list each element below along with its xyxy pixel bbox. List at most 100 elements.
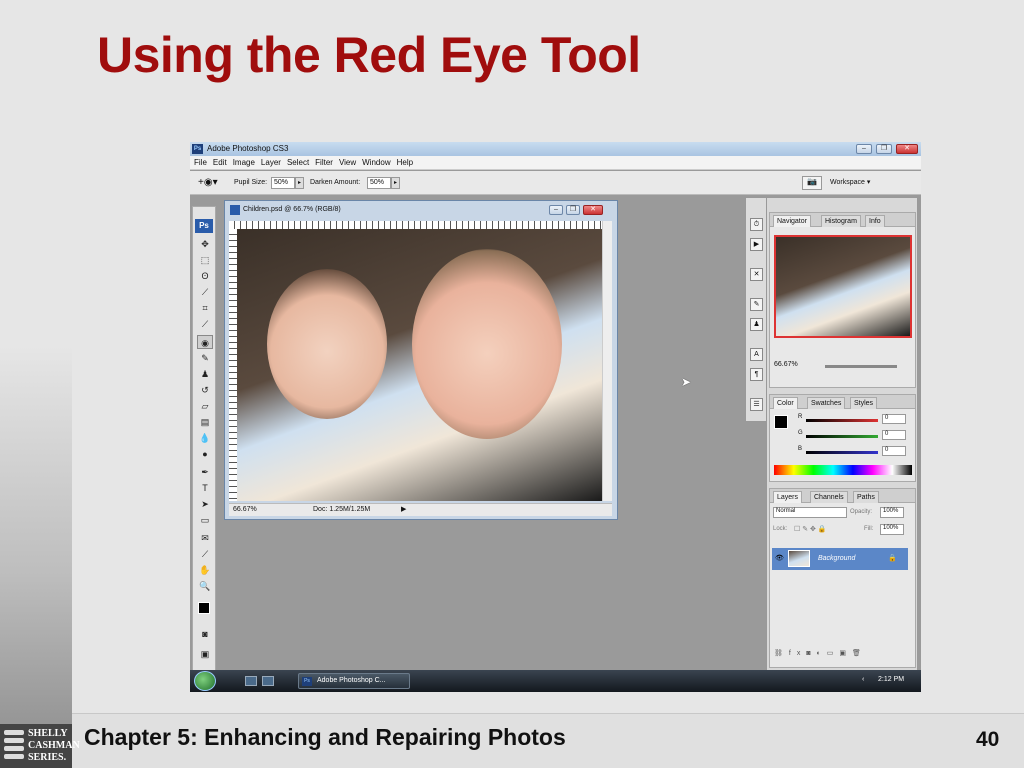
maximize-button[interactable]: ❐ — [876, 144, 892, 154]
zoom-tool-icon[interactable]: 🔍 — [197, 579, 213, 593]
close-button[interactable]: ✕ — [896, 144, 918, 154]
opacity-field[interactable]: 100% — [880, 507, 904, 518]
darken-amount-arrow-icon[interactable]: ▸ — [391, 177, 400, 189]
tray-arrow-icon[interactable]: ‹ — [862, 676, 864, 683]
navigator-thumbnail[interactable] — [774, 235, 912, 338]
tab-swatches[interactable]: Swatches — [807, 397, 846, 409]
tab-navigator[interactable]: Navigator — [773, 215, 811, 227]
menu-view[interactable]: View — [339, 156, 356, 170]
foreground-color-swatch[interactable] — [774, 415, 788, 429]
red-eye-tool-icon[interactable]: +◉▾ — [198, 177, 218, 188]
tab-layers[interactable]: Layers — [773, 491, 803, 503]
gradient-tool-icon[interactable]: ▤ — [197, 415, 213, 429]
menu-layer[interactable]: Layer — [261, 156, 281, 170]
opacity-label: Opacity: — [850, 509, 873, 515]
fill-field[interactable]: 100% — [880, 524, 904, 535]
type-tool-icon[interactable]: T — [197, 481, 213, 495]
zoom-level[interactable]: 66.67% — [233, 506, 257, 513]
blur-tool-icon[interactable]: 💧 — [197, 431, 213, 445]
red-eye-tool-icon[interactable]: ◉ — [197, 335, 213, 349]
doc-close-button[interactable]: ✕ — [583, 205, 603, 215]
status-arrow-icon[interactable]: ▶ — [401, 505, 406, 513]
document-title: Children.psd @ 66.7% (RGB/8) — [243, 206, 341, 213]
menu-filter[interactable]: Filter — [315, 156, 333, 170]
tab-styles[interactable]: Styles — [850, 397, 878, 409]
navigator-tab-row: Navigator Histogram Info — [770, 213, 915, 227]
history-brush-tool-icon[interactable]: ↺ — [197, 383, 213, 397]
doc-minimize-button[interactable]: – — [549, 205, 563, 215]
photo-canvas[interactable] — [237, 229, 602, 501]
page-number: 40 — [976, 728, 1000, 751]
clone-stamp-tool-icon[interactable]: ♟ — [197, 367, 213, 381]
brushes-panel-icon[interactable]: ✎ — [750, 298, 763, 311]
tab-channels[interactable]: Channels — [810, 491, 848, 503]
channel-r-slider[interactable] — [806, 419, 878, 422]
brush-tool-icon[interactable]: ✎ — [197, 351, 213, 365]
color-spectrum-bar[interactable] — [774, 465, 912, 475]
navigator-zoom-slider[interactable] — [825, 365, 897, 368]
blend-mode-select[interactable]: Normal — [773, 507, 847, 518]
minimize-button[interactable]: – — [856, 144, 872, 154]
taskbar-photoshop-button[interactable]: Ps Adobe Photoshop C... — [298, 673, 410, 689]
pen-tool-icon[interactable]: ✒ — [197, 465, 213, 479]
tool-presets-icon[interactable]: ✕ — [750, 268, 763, 281]
layers-footer-icons[interactable]: ⛓fx◙◐▭▣🗑 — [774, 649, 867, 657]
tab-color[interactable]: Color — [773, 397, 798, 409]
eye-visibility-icon[interactable]: 👁 — [775, 554, 784, 562]
menu-image[interactable]: Image — [233, 156, 255, 170]
marquee-tool-icon[interactable]: ⬚ — [197, 253, 213, 267]
camera-icon[interactable]: 📷 — [802, 176, 822, 190]
pupil-size-arrow-icon[interactable]: ▸ — [295, 177, 304, 189]
tab-histogram[interactable]: Histogram — [821, 215, 861, 227]
channel-b-value[interactable]: 0 — [882, 446, 906, 456]
layer-lock-icon: 🔒 — [888, 555, 897, 562]
channel-b-slider[interactable] — [806, 451, 878, 454]
notes-tool-icon[interactable]: ✉ — [197, 531, 213, 545]
lasso-tool-icon[interactable]: ʘ — [197, 269, 213, 283]
slice-tool-icon[interactable]: ⟋ — [197, 317, 213, 331]
foreground-color-swatch[interactable] — [198, 602, 210, 614]
pupil-size-field[interactable]: 50% — [271, 177, 295, 189]
lock-icons[interactable]: ☐ ✎ ✥ 🔒 — [794, 525, 827, 533]
show-desktop-icon[interactable] — [245, 676, 257, 686]
tab-paths[interactable]: Paths — [853, 491, 879, 503]
character-panel-icon[interactable]: A — [750, 348, 763, 361]
history-panel-icon[interactable]: ⏱ — [750, 218, 763, 231]
eraser-tool-icon[interactable]: ▱ — [197, 399, 213, 413]
path-selection-tool-icon[interactable]: ➤ — [197, 497, 213, 511]
window-titlebar: Ps Adobe Photoshop CS3 – ❐ ✕ — [190, 142, 921, 156]
switch-windows-icon[interactable] — [262, 676, 274, 686]
actions-panel-icon[interactable]: ▶ — [750, 238, 763, 251]
doc-maximize-button[interactable]: ❐ — [566, 205, 580, 215]
channel-g-value[interactable]: 0 — [882, 430, 906, 440]
layers-panel: Layers Channels Paths Normal Opacity: 10… — [769, 488, 916, 668]
menu-select[interactable]: Select — [287, 156, 309, 170]
eyedropper-tool-icon[interactable]: ⟋ — [197, 547, 213, 561]
screen-mode-icon[interactable]: ▣ — [197, 647, 213, 661]
layer-row-background[interactable]: 👁 Background 🔒 — [772, 548, 908, 570]
channel-g-slider[interactable] — [806, 435, 878, 438]
child-right-face — [412, 249, 562, 439]
start-button[interactable] — [194, 671, 216, 691]
darken-amount-field[interactable]: 50% — [367, 177, 391, 189]
channel-r-value[interactable]: 0 — [882, 414, 906, 424]
quick-selection-tool-icon[interactable]: ⟋ — [197, 285, 213, 299]
vertical-scrollbar[interactable] — [602, 221, 612, 501]
layer-comps-icon[interactable]: ☰ — [750, 398, 763, 411]
workspace-menu[interactable]: Workspace ▾ — [830, 178, 870, 186]
menu-window[interactable]: Window — [362, 156, 390, 170]
dodge-tool-icon[interactable]: ● — [197, 447, 213, 461]
paragraph-panel-icon[interactable]: ¶ — [750, 368, 763, 381]
tab-info[interactable]: Info — [865, 215, 885, 227]
photoshop-taskbar-icon: Ps — [302, 677, 312, 686]
hand-tool-icon[interactable]: ✋ — [197, 563, 213, 577]
clone-source-icon[interactable]: ♟ — [750, 318, 763, 331]
menu-file[interactable]: File — [194, 156, 207, 170]
quick-mask-icon[interactable]: ◙ — [197, 627, 213, 641]
shape-tool-icon[interactable]: ▭ — [197, 513, 213, 527]
menu-help[interactable]: Help — [397, 156, 413, 170]
move-tool-icon[interactable]: ✥ — [197, 237, 213, 251]
crop-tool-icon[interactable]: ⌗ — [197, 301, 213, 315]
menu-edit[interactable]: Edit — [213, 156, 227, 170]
navigator-zoom[interactable]: 66.67% — [774, 361, 798, 368]
